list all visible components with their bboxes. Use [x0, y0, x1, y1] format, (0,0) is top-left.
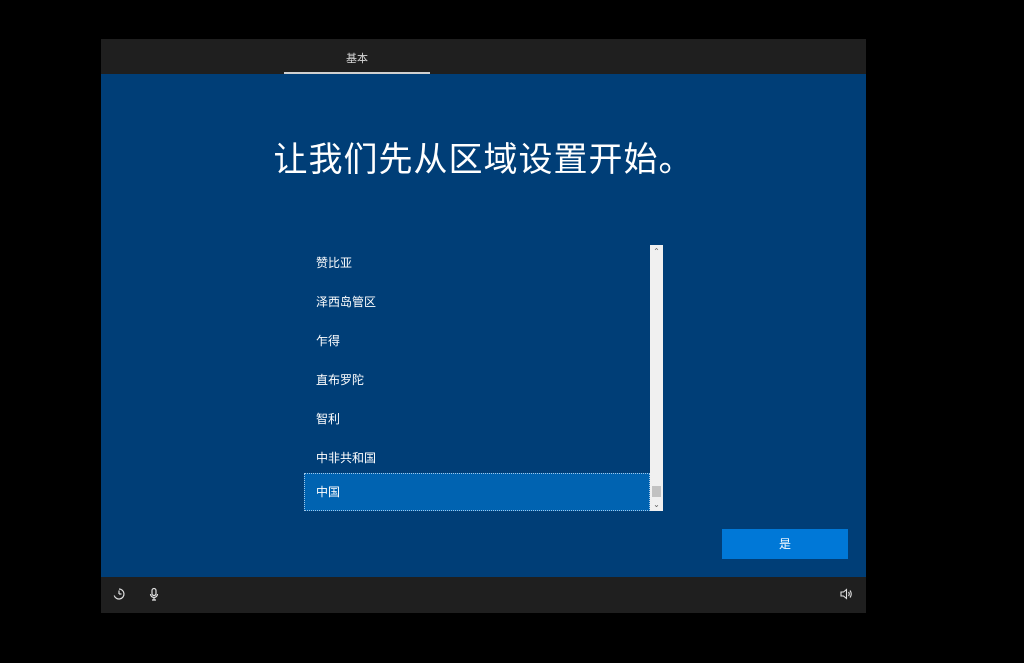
tab-basics[interactable]: 基本 [284, 39, 430, 74]
list-item[interactable]: 赞比亚 [304, 245, 650, 282]
scroll-down-icon[interactable]: ⌄ [650, 498, 663, 511]
bottom-bar [101, 577, 866, 613]
list-item-selected[interactable]: 中国 [304, 473, 650, 511]
list-item[interactable]: 乍得 [304, 323, 650, 360]
list-item[interactable]: 智利 [304, 401, 650, 438]
scroll-thumb[interactable] [652, 486, 661, 497]
scroll-up-icon[interactable]: ⌃ [650, 245, 663, 258]
page-title: 让我们先从区域设置开始。 [273, 140, 694, 180]
oobe-window: 基本 让我们先从区域设置开始。 赞比亚 泽西岛管区 乍得 直布罗陀 智利 中非共… [101, 39, 866, 613]
ease-of-access-icon[interactable] [111, 587, 127, 603]
list-item[interactable]: 泽西岛管区 [304, 284, 650, 321]
yes-button[interactable]: 是 [722, 529, 848, 559]
volume-icon[interactable] [838, 587, 854, 603]
top-bar: 基本 [101, 39, 866, 74]
tab-basics-label: 基本 [346, 52, 368, 65]
list-scrollbar[interactable]: ⌃ ⌄ [650, 245, 663, 511]
microphone-icon[interactable] [146, 587, 162, 603]
region-listbox[interactable]: 赞比亚 泽西岛管区 乍得 直布罗陀 智利 中非共和国 中国 ⌃ ⌄ [304, 245, 663, 511]
list-item[interactable]: 中非共和国 [304, 440, 650, 477]
tab-active-underline [284, 72, 430, 74]
list-item[interactable]: 直布罗陀 [304, 362, 650, 399]
